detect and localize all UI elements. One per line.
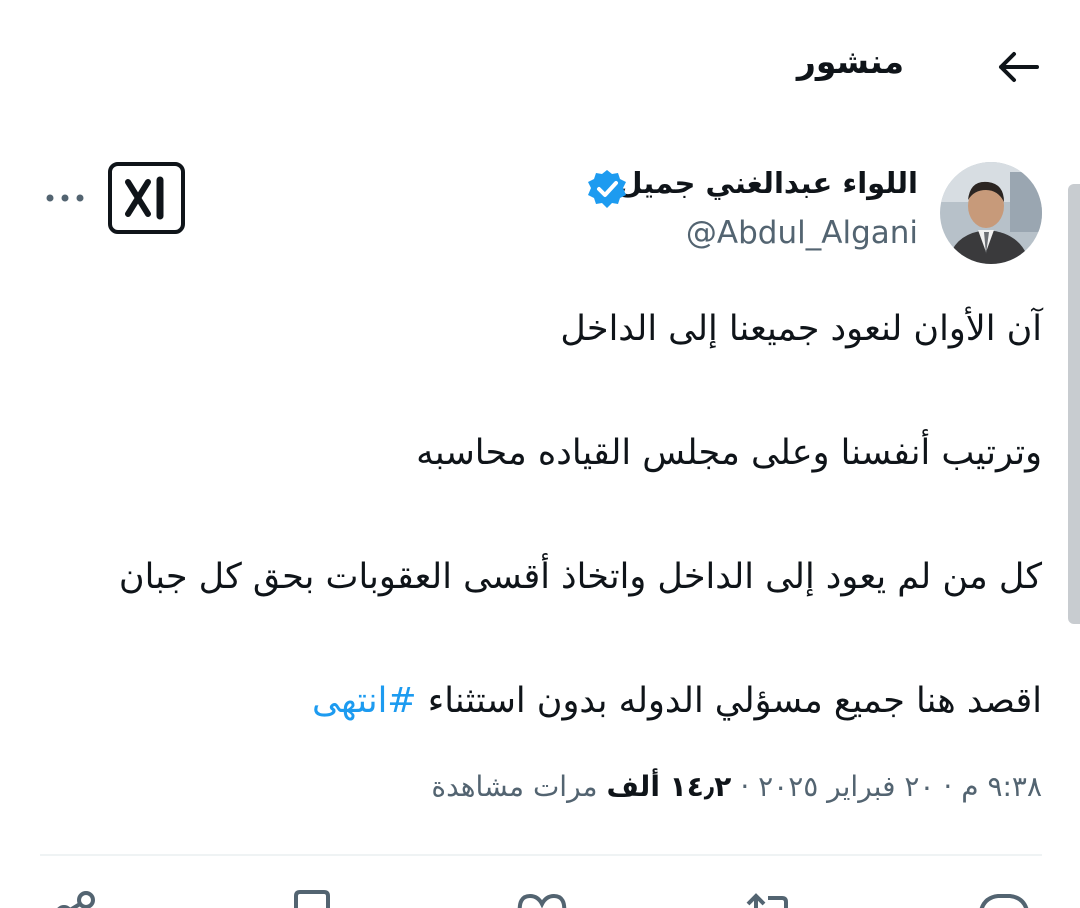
reply-button[interactable]	[974, 880, 1034, 908]
post-page: منشور اللواء عبدالغني جميل @Abdul_Algani	[0, 0, 1080, 908]
share-icon	[57, 891, 95, 908]
retweet-button[interactable]	[738, 880, 798, 908]
meta-separator: ·	[740, 770, 750, 803]
tweet-line: كل من لم يعود إلى الداخل واتخاذ أقسى الع…	[118, 557, 1042, 597]
grok-icon	[124, 176, 163, 220]
author-name[interactable]: اللواء عبدالغني جميل	[617, 166, 918, 200]
like-icon	[517, 893, 567, 908]
tweet-line-text: اقصد هنا جميع مسؤلي الدوله بدون استثناء	[416, 681, 1042, 721]
divider	[40, 854, 1042, 856]
retweet-icon	[746, 893, 788, 908]
hashtag-link[interactable]: #انتهى	[312, 681, 417, 721]
meta-separator: ·	[943, 770, 953, 803]
avatar[interactable]	[940, 162, 1042, 264]
tweet-line: اقصد هنا جميع مسؤلي الدوله بدون استثناء …	[42, 670, 1042, 732]
verified-badge-icon	[588, 170, 626, 208]
share-button[interactable]	[46, 880, 106, 908]
scrollbar[interactable]	[1068, 184, 1080, 624]
page-title: منشور	[796, 42, 904, 81]
tweet-text: آن الأوان لنعود جميعنا إلى الداخل وترتيب…	[42, 298, 1042, 732]
views-label: مرات مشاهدة	[431, 770, 598, 803]
views-count: ١٤٫٢ ألف	[606, 770, 732, 803]
top-bar: منشور	[0, 0, 1080, 130]
arrow-left-icon	[999, 52, 1039, 82]
bookmark-button[interactable]	[282, 880, 342, 908]
grok-button[interactable]	[108, 162, 185, 234]
reply-icon	[979, 894, 1029, 908]
author-handle[interactable]: @Abdul_Algani	[686, 215, 918, 251]
tweet-line: وترتيب أنفسنا وعلى مجلس القياده محاسبه	[416, 433, 1042, 473]
like-button[interactable]	[512, 880, 572, 908]
back-button[interactable]	[990, 44, 1046, 90]
tweet-date: ٢٠ فبراير ٢٠٢٥	[758, 770, 935, 803]
tweet-line: آن الأوان لنعود جميعنا إلى الداخل	[560, 309, 1042, 349]
more-icon	[46, 194, 84, 202]
bookmark-icon	[294, 890, 330, 908]
more-options-button[interactable]	[40, 178, 90, 218]
avatar-image	[940, 162, 1042, 264]
tweet-meta: ٩:٣٨ م · ٢٠ فبراير ٢٠٢٥ · ١٤٫٢ ألف مرات …	[431, 770, 1042, 803]
tweet-time: ٩:٣٨ م	[961, 770, 1042, 803]
